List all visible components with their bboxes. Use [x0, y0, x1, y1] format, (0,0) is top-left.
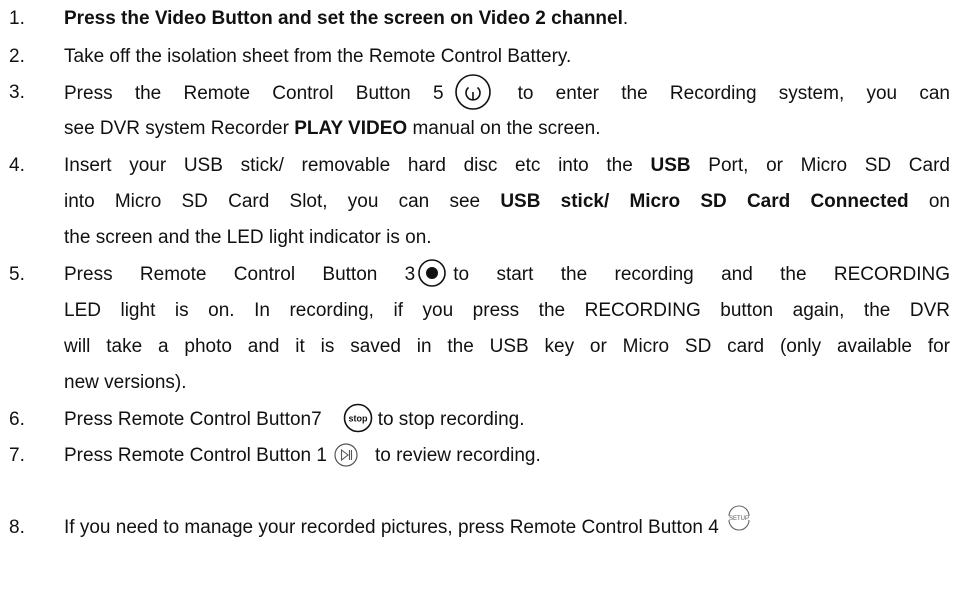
text-run: Press the Remote Control Button 5	[64, 83, 444, 105]
text-line: Take off the isolation sheet from the Re…	[64, 39, 950, 75]
text-run: Press Remote Control Button7	[64, 409, 322, 430]
step-number: 3.	[9, 82, 25, 103]
text-run: see DVR system Recorder	[64, 118, 295, 139]
step-number: 7.	[9, 445, 25, 466]
svg-text:SETUP: SETUP	[729, 516, 749, 522]
text-line: new versions).	[64, 365, 950, 401]
bold-text: Press the Video Button and set the scree…	[64, 8, 623, 29]
bold-text: USB	[650, 155, 691, 176]
text-run: new versions).	[64, 372, 187, 393]
text-run: Take off the isolation sheet from the Re…	[64, 46, 572, 67]
text-run: to stop recording.	[377, 409, 525, 430]
bold-text: USB stick/ Micro SD Card Connected	[500, 191, 909, 212]
bold-text: PLAY VIDEO	[294, 118, 408, 139]
step-number: 5.	[9, 264, 25, 285]
power-button-icon	[454, 73, 492, 111]
record-button-icon	[417, 258, 447, 288]
text-run: If you need to manage your recorded pict…	[64, 517, 719, 538]
step-number: 2.	[9, 46, 25, 67]
text-run: LED light is on. In recording, if you pr…	[64, 300, 950, 321]
text-line: the screen and the LED light indicator i…	[64, 220, 950, 256]
step-number: 6.	[9, 409, 25, 430]
text-run: Port, or Micro SD Card	[690, 155, 950, 176]
step-number: 4.	[9, 155, 25, 176]
step-text: Press Remote Control Button 1 to review r…	[64, 438, 950, 474]
play-pause-button-icon	[333, 442, 359, 468]
text-run: the screen and the LED light indicator i…	[64, 227, 432, 248]
text-line: Press the Video Button and set the scree…	[64, 1, 950, 37]
step-text: Press Remote Control Button 3 to start th…	[64, 257, 950, 401]
step-number: 8.	[9, 517, 25, 538]
step-text: Take off the isolation sheet from the Re…	[64, 39, 950, 75]
text-run: into Micro SD Card Slot, you can see	[64, 191, 501, 212]
text-run: will take a photo and it is saved in the…	[64, 336, 950, 357]
text-line: will take a photo and it is saved in the…	[64, 329, 950, 365]
text-line: into Micro SD Card Slot, you can see USB…	[64, 184, 950, 220]
text-run: on	[908, 191, 950, 212]
text-line: Press Remote Control Button7 stop to stop …	[64, 402, 950, 438]
text-run: manual on the screen.	[407, 118, 601, 139]
text-line: see DVR system Recorder PLAY VIDEO manua…	[64, 111, 950, 147]
text-line: Press the Remote Control Button 5 to ente…	[64, 73, 951, 111]
text-line: LED light is on. In recording, if you pr…	[64, 293, 950, 329]
text-line: If you need to manage your recorded pict…	[64, 505, 950, 546]
text-line: Press Remote Control Button 1 to review r…	[64, 438, 950, 474]
step-text: If you need to manage your recorded pict…	[64, 505, 950, 546]
setup-button-icon: SETUP	[725, 504, 753, 532]
step-text: Press the Video Button and set the scree…	[64, 1, 950, 37]
text-run: to review recording.	[374, 445, 541, 466]
stop-button-icon: stop	[342, 403, 374, 433]
instruction-document: 1. Press the Video Button and set the scr…	[0, 0, 961, 600]
text-run: Press Remote Control Button 3	[64, 264, 416, 285]
step-text: Press the Remote Control Button 5 to ente…	[64, 73, 951, 147]
text-run: to start the recording and the RECORDING	[453, 264, 950, 285]
text-run: to enter the Recording system, you can	[517, 83, 951, 105]
text-run: Insert your USB stick/ removable hard di…	[64, 155, 651, 176]
text-run: Press Remote Control Button 1	[64, 445, 327, 466]
text-line: Insert your USB stick/ removable hard di…	[64, 148, 950, 184]
step-text: Insert your USB stick/ removable hard di…	[64, 148, 950, 256]
text-line: Press Remote Control Button 3 to start th…	[64, 257, 950, 293]
svg-text:stop: stop	[348, 413, 368, 423]
text-run: .	[622, 8, 629, 29]
step-text: Press Remote Control Button7 stop to stop …	[64, 402, 950, 438]
step-number: 1.	[9, 8, 25, 29]
